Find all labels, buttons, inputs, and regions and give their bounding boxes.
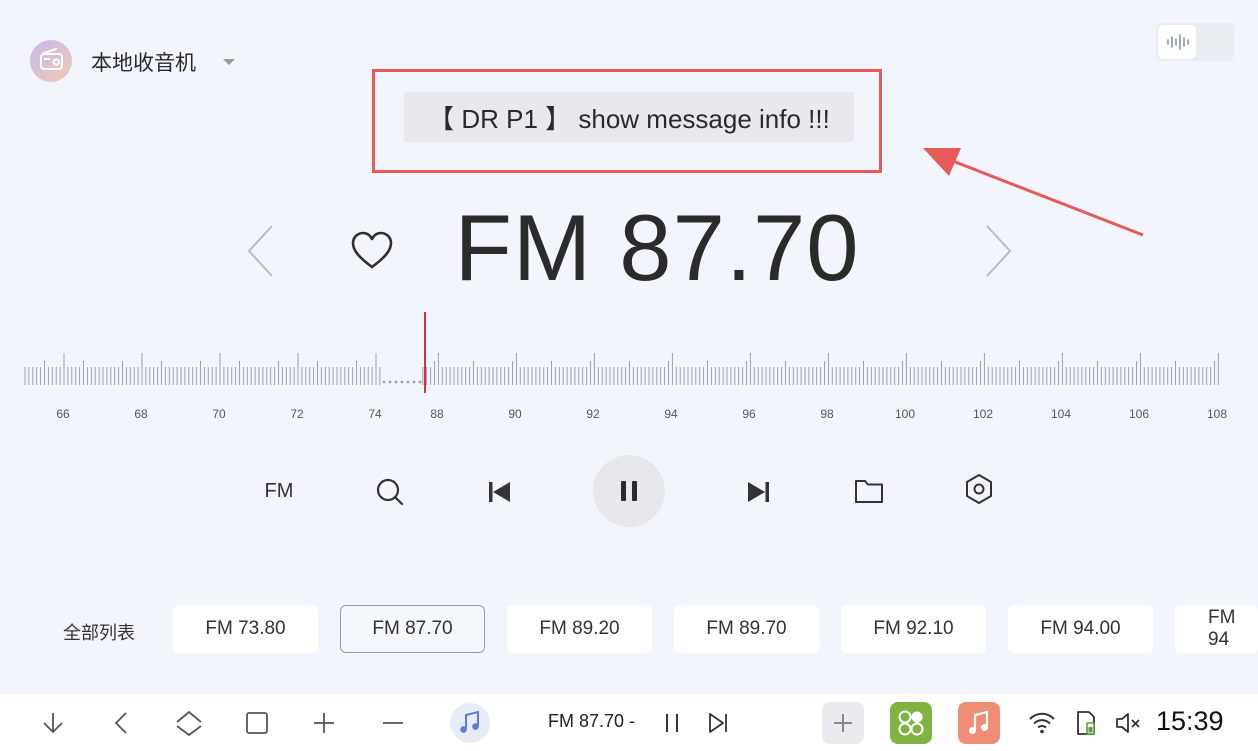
music-note-icon — [969, 710, 989, 734]
scale-tick-label: 70 — [212, 407, 226, 421]
wifi-icon[interactable] — [1028, 710, 1056, 736]
folder-icon[interactable] — [852, 475, 886, 507]
back-icon[interactable] — [109, 710, 135, 736]
scale-tick-label: 88 — [430, 407, 444, 421]
pause-button[interactable] — [593, 455, 665, 527]
preset-station-chip[interactable]: FM 94.00 — [1008, 605, 1153, 653]
prev-station-chevron-icon[interactable] — [245, 224, 277, 278]
status-clock: 15:39 — [1156, 706, 1224, 736]
now-playing-music-button[interactable] — [450, 703, 490, 743]
dropdown-caret-icon[interactable] — [223, 59, 235, 65]
scale-gap-dot — [382, 380, 386, 384]
all-list-link[interactable]: 全部列表 — [63, 619, 135, 645]
waveform-icon — [1167, 34, 1189, 50]
scale-tick-label: 108 — [1206, 407, 1228, 421]
current-frequency: FM 87.70 — [454, 195, 860, 300]
music-app-button[interactable] — [958, 702, 1000, 744]
annotation-highlight-box — [372, 69, 882, 173]
volume-muted-icon[interactable] — [1114, 710, 1142, 736]
scale-tick-label: 68 — [134, 407, 148, 421]
toggle-knob — [1158, 25, 1196, 59]
annotation-arrow-icon — [923, 148, 1144, 237]
next-station-chevron-icon[interactable] — [982, 224, 1014, 278]
scale-gap-dot — [388, 380, 392, 384]
scale-gap-dot — [418, 380, 422, 384]
scale-tick-label: 74 — [368, 407, 382, 421]
scale-tick-label: 94 — [664, 407, 678, 421]
scale-tick-label: 96 — [742, 407, 756, 421]
band-toggle-button[interactable]: FM — [258, 475, 300, 507]
mini-next-icon[interactable] — [706, 711, 730, 735]
scale-tick-label: 104 — [1050, 407, 1072, 421]
pause-icon — [621, 481, 637, 501]
skip-previous-icon[interactable] — [484, 476, 516, 508]
music-note-icon — [460, 710, 479, 733]
scale-tick-label: 66 — [56, 407, 70, 421]
collapse-down-arrow-icon[interactable] — [40, 710, 66, 736]
scale-gap-dot — [406, 380, 410, 384]
home-icon[interactable] — [174, 710, 204, 736]
add-shortcut-button[interactable] — [822, 702, 864, 744]
scale-tick-label: 98 — [820, 407, 834, 421]
apps-launcher-button[interactable] — [890, 702, 932, 744]
volume-up-plus-icon[interactable] — [312, 711, 336, 735]
plus-icon — [834, 714, 852, 732]
scale-tick-label: 90 — [508, 407, 522, 421]
sim-card-icon[interactable] — [1072, 709, 1100, 737]
volume-down-minus-icon[interactable] — [381, 711, 405, 735]
preset-station-chip[interactable]: FM 92.10 — [841, 605, 986, 653]
scale-tick-label: 106 — [1128, 407, 1150, 421]
scale-gap-dot — [412, 380, 416, 384]
recent-apps-icon[interactable] — [245, 711, 269, 735]
scale-tick-label: 92 — [586, 407, 600, 421]
preset-station-chip[interactable]: FM 73.80 — [173, 605, 318, 653]
preset-station-chip[interactable]: FM 94 — [1175, 605, 1258, 653]
preset-station-chip[interactable]: FM 89.70 — [674, 605, 819, 653]
scale-tick-label: 100 — [894, 407, 916, 421]
now-playing-text[interactable]: FM 87.70 - — [548, 711, 635, 732]
search-icon[interactable] — [374, 476, 406, 508]
radio-app-icon[interactable] — [30, 40, 72, 82]
settings-hexagon-icon[interactable] — [962, 472, 996, 506]
scale-tick-label: 72 — [290, 407, 304, 421]
preset-station-chip[interactable]: FM 87.70 — [340, 605, 485, 653]
favorite-heart-icon[interactable] — [350, 231, 394, 271]
mini-pause-icon[interactable] — [660, 711, 684, 735]
scale-gap-dot — [400, 380, 404, 384]
preset-station-chip[interactable]: FM 89.20 — [507, 605, 652, 653]
apps-grid-icon — [898, 710, 924, 736]
scale-gap-dot — [394, 380, 398, 384]
audio-visualizer-toggle[interactable] — [1156, 23, 1234, 61]
skip-next-icon[interactable] — [742, 476, 774, 508]
app-title[interactable]: 本地收音机 — [91, 47, 196, 77]
radio-icon — [40, 48, 63, 70]
scale-tick-label: 102 — [972, 407, 994, 421]
